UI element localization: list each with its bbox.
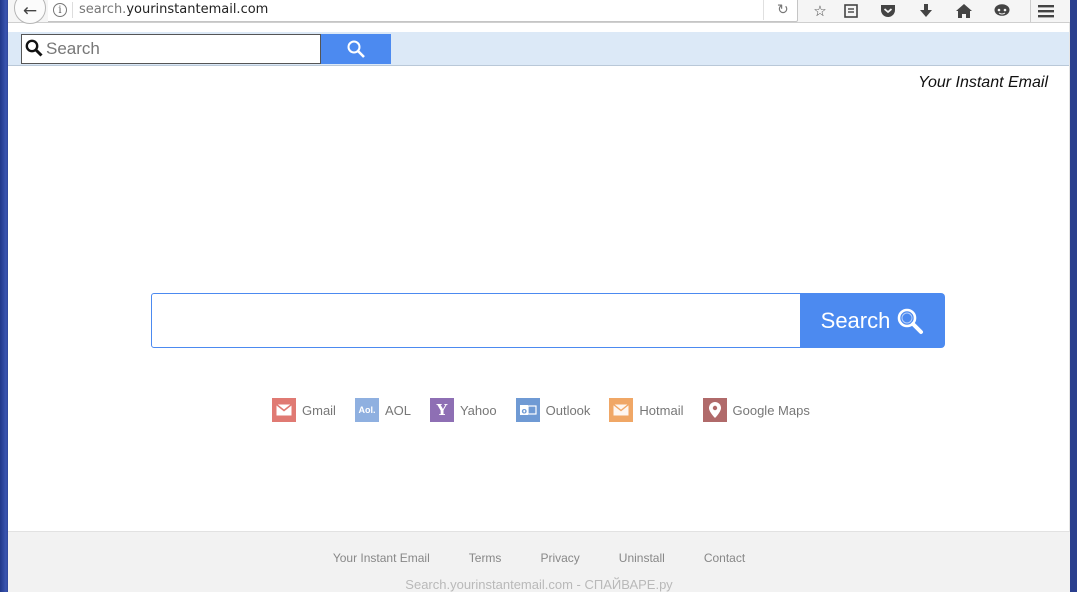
reload-icon[interactable]: ↻ xyxy=(777,2,789,18)
search-icon xyxy=(347,40,365,58)
search-icon xyxy=(898,308,924,334)
toolbar-search-box xyxy=(21,34,321,64)
svg-text:o: o xyxy=(521,407,527,416)
url-divider xyxy=(763,0,764,20)
brand-title: Your Instant Email xyxy=(918,74,1048,91)
url-domain: yourinstantemail.com xyxy=(126,2,269,17)
quick-link-hotmail[interactable]: Hotmail xyxy=(609,398,684,422)
url-bar[interactable]: i search.yourinstantemail.com ↻ xyxy=(48,0,798,22)
aol-icon: Aol. xyxy=(354,398,379,422)
quick-link-label: Gmail xyxy=(302,402,336,418)
footer: Your Instant Email Terms Privacy Uninsta… xyxy=(8,531,1070,592)
download-icon[interactable] xyxy=(915,1,937,21)
reader-list-icon[interactable] xyxy=(840,1,862,21)
quick-link-outlook[interactable]: o Outlook xyxy=(515,398,591,422)
toolbar-separator xyxy=(1030,0,1031,22)
browser-toolbar: ← i search.yourinstantemail.com ↻ ☆ xyxy=(8,0,1070,24)
gmail-icon xyxy=(272,398,296,422)
quick-link-label: Yahoo xyxy=(459,402,497,418)
main-search-input[interactable] xyxy=(151,293,801,348)
content-edge xyxy=(1069,23,1070,531)
pocket-icon[interactable] xyxy=(877,1,899,21)
info-icon[interactable]: i xyxy=(53,3,67,17)
quick-link-yahoo[interactable]: Y Yahoo xyxy=(429,398,497,422)
quick-link-gmail[interactable]: Gmail xyxy=(272,398,336,422)
toolbar-search-strip xyxy=(8,32,1070,66)
footer-link-uninstall[interactable]: Uninstall xyxy=(619,551,665,565)
url-separator xyxy=(72,2,73,18)
quick-link-label: AOL xyxy=(384,402,411,418)
quick-link-label: Google Maps xyxy=(732,402,810,418)
watermark-text: Search.yourinstantemail.com - СПАЙВАРЕ.р… xyxy=(405,577,673,592)
url-text[interactable]: search.yourinstantemail.com xyxy=(79,2,268,17)
footer-links: Your Instant Email Terms Privacy Uninsta… xyxy=(8,551,1070,565)
quick-link-aol[interactable]: Aol. AOL xyxy=(354,398,411,422)
chat-icon[interactable] xyxy=(991,1,1013,21)
quick-link-label: Hotmail xyxy=(639,402,684,418)
footer-link-terms[interactable]: Terms xyxy=(469,551,502,565)
main-search-button-label: Search xyxy=(820,307,891,333)
quick-links: Gmail Aol. AOL Y Yahoo o Outlook Hotmail xyxy=(272,397,829,423)
bookmark-star-icon[interactable]: ☆ xyxy=(809,1,831,21)
outlook-icon: o xyxy=(515,398,540,422)
hotmail-icon xyxy=(609,398,634,422)
home-icon[interactable] xyxy=(953,1,975,21)
search-icon xyxy=(25,39,43,57)
toolbar-search-input[interactable] xyxy=(46,38,316,60)
url-subdomain: search. xyxy=(79,2,127,17)
back-icon: ← xyxy=(22,1,38,21)
main-search-button[interactable]: Search xyxy=(800,293,945,348)
menu-icon[interactable] xyxy=(1035,1,1057,21)
quick-link-label: Outlook xyxy=(545,402,591,418)
footer-link-privacy[interactable]: Privacy xyxy=(540,551,579,565)
toolbar-search-button[interactable] xyxy=(321,34,391,64)
map-pin-icon xyxy=(702,398,727,422)
quick-link-google-maps[interactable]: Google Maps xyxy=(702,398,810,422)
back-button[interactable]: ← xyxy=(14,0,46,24)
footer-link-home[interactable]: Your Instant Email xyxy=(333,551,430,565)
yahoo-icon: Y xyxy=(429,398,454,422)
footer-link-contact[interactable]: Contact xyxy=(704,551,745,565)
browser-window: ← i search.yourinstantemail.com ↻ ☆ Sear… xyxy=(8,0,1070,592)
